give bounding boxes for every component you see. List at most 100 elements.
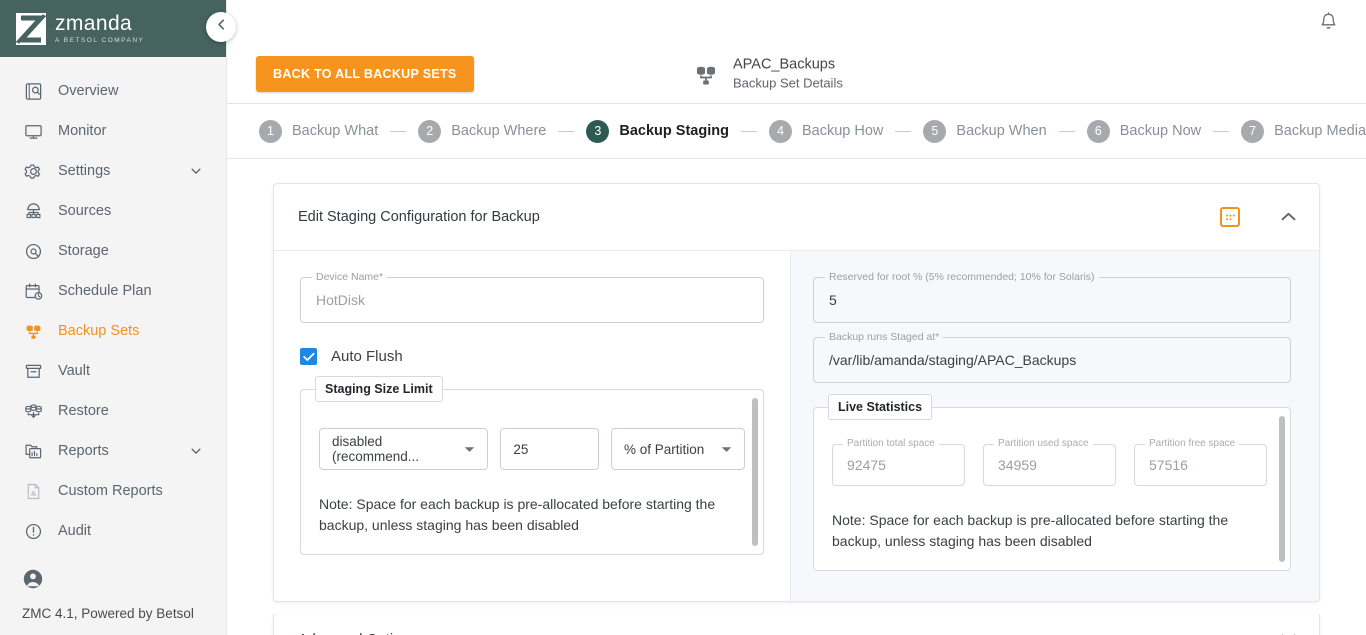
live-statistics-panel: Live Statistics Partition total space 92… [813, 394, 1291, 571]
left-column: Device Name* HotDisk Auto Flush Staging … [274, 251, 790, 601]
staging-unit-select[interactable]: % of Partition [611, 428, 745, 470]
step-number: 2 [418, 119, 442, 143]
sidebar-item-audit[interactable]: Audit [0, 511, 226, 551]
reserved-root-field[interactable]: Reserved for root % (5% recommended; 10%… [813, 271, 1291, 323]
step-number: 4 [768, 119, 792, 143]
chevron-down-icon[interactable] [190, 445, 202, 457]
step-number: 6 [1086, 119, 1110, 143]
sidebar-item-label: Settings [58, 163, 111, 179]
advanced-options-section[interactable]: Advanced Options [273, 614, 1320, 635]
sidebar-item-restore[interactable]: Restore [0, 391, 226, 431]
step-number: 5 [923, 119, 947, 143]
staging-amount-value: 25 [513, 441, 529, 457]
chevron-down-icon[interactable] [1280, 631, 1297, 635]
chevron-up-icon[interactable] [1280, 211, 1297, 223]
sidebar-item-label: Storage [58, 243, 109, 259]
sidebar-item-overview[interactable]: Overview [0, 71, 226, 111]
step-label: Backup When [956, 123, 1047, 139]
user-account-icon [22, 568, 44, 595]
step-connector [740, 130, 757, 132]
auto-flush-row: Auto Flush [300, 348, 764, 365]
sidebar-item-vault[interactable]: Vault [0, 351, 226, 391]
right-column: Reserved for root % (5% recommended; 10%… [790, 251, 1319, 601]
backup-set-name: APAC_Backups [733, 56, 836, 73]
sidebar-item-backup-sets[interactable]: Backup Sets [0, 311, 226, 351]
sidebar-collapse-button[interactable] [206, 12, 236, 42]
card-body: Device Name* HotDisk Auto Flush Staging … [274, 250, 1319, 601]
device-name-label: Device Name* [312, 271, 388, 283]
backup-set-info: APAC_Backups Backup Set Details [693, 56, 843, 93]
device-name-field[interactable]: Device Name* HotDisk [300, 271, 764, 323]
chevron-down-icon [711, 446, 732, 453]
sidebar-item-label: Backup Sets [58, 323, 140, 339]
backup-set-subtitle: Backup Set Details [733, 75, 843, 91]
step-backup-what[interactable]: 1 Backup What [259, 119, 379, 143]
note-comment-icon[interactable] [1220, 207, 1240, 227]
staging-panel-scrollbar[interactable] [752, 398, 758, 546]
sidebar-item-reports[interactable]: Reports [0, 431, 226, 471]
step-backup-now[interactable]: 6 Backup Now [1086, 119, 1201, 143]
card-header: Edit Staging Configuration for Backup [274, 184, 1319, 250]
staged-at-input[interactable]: /var/lib/amanda/staging/APAC_Backups [829, 352, 1076, 368]
reports-icon [22, 440, 44, 462]
sidebar-item-label: Sources [58, 203, 112, 219]
staging-mode-value: disabled (recommend... [332, 434, 420, 464]
checkmark-icon [302, 352, 314, 361]
partition-used-space-field: Partition used space 34959 [983, 438, 1116, 486]
sidebar-item-label: Restore [58, 403, 109, 419]
sidebar-item-storage[interactable]: Storage [0, 231, 226, 271]
sidebar-footer-text: ZMC 4.1, Powered by Betsol [22, 606, 194, 621]
bell-icon[interactable] [1319, 12, 1338, 33]
partition-used-space-label: Partition used space [994, 438, 1093, 449]
sidebar-item-label: Audit [58, 523, 92, 539]
partition-total-space-field: Partition total space 92475 [832, 438, 965, 486]
step-connector [895, 130, 912, 132]
chevron-down-icon[interactable] [190, 165, 202, 177]
back-to-all-backup-sets-button[interactable]: BACK TO ALL BACKUP SETS [256, 56, 474, 92]
sidebar-item-schedule-plan[interactable]: Schedule Plan [0, 271, 226, 311]
step-backup-staging[interactable]: 3 Backup Staging [586, 119, 729, 143]
page-header: BACK TO ALL BACKUP SETS APAC_Backups Bac… [227, 45, 1366, 103]
step-label: Backup What [292, 123, 379, 139]
storage-icon [22, 240, 44, 262]
live-statistics-scrollbar[interactable] [1279, 416, 1285, 562]
staged-at-field[interactable]: Backup runs Staged at* /var/lib/amanda/s… [813, 331, 1291, 383]
device-name-input[interactable]: HotDisk [316, 292, 365, 308]
step-number: 1 [259, 119, 282, 143]
step-backup-media[interactable]: 7 Backup Media [1241, 119, 1366, 143]
step-number: 7 [1241, 119, 1265, 143]
staging-size-limit-controls: disabled (recommend... 25 % of Partition [319, 428, 745, 470]
advanced-options-title: Advanced Options [298, 632, 1280, 635]
staging-amount-input[interactable]: 25 [500, 428, 599, 470]
staging-mode-select[interactable]: disabled (recommend... [319, 428, 489, 470]
step-connector [558, 130, 575, 132]
sidebar-item-settings[interactable]: Settings [0, 151, 226, 191]
sidebar-item-sources[interactable]: Sources [0, 191, 226, 231]
step-backup-how[interactable]: 4 Backup How [768, 119, 883, 143]
sidebar-item-label: Overview [58, 83, 119, 99]
auto-flush-checkbox[interactable] [300, 348, 317, 365]
audit-icon [22, 520, 44, 542]
zmanda-logo-icon [16, 12, 46, 45]
staging-size-limit-panel: Staging Size Limit disabled (recommend..… [300, 376, 764, 555]
live-statistics-legend: Live Statistics [828, 394, 933, 420]
step-backup-where[interactable]: 2 Backup Where [418, 119, 547, 143]
reserved-root-input[interactable]: 5 [829, 292, 837, 308]
chevron-down-icon [454, 446, 475, 453]
vault-icon [22, 360, 44, 382]
sidebar-item-label: Monitor [58, 123, 107, 139]
reserved-root-label: Reserved for root % (5% recommended; 10%… [825, 271, 1099, 283]
main-content: BACK TO ALL BACKUP SETS APAC_Backups Bac… [227, 0, 1366, 635]
sidebar-item-custom-reports[interactable]: Custom Reports [0, 471, 226, 511]
avatar[interactable] [22, 564, 226, 598]
partition-free-space-value: 57516 [1149, 457, 1188, 473]
backup-set-cluster-icon [693, 61, 719, 87]
step-backup-when[interactable]: 5 Backup When [923, 119, 1047, 143]
step-connector [1058, 130, 1075, 132]
partition-used-space-value: 34959 [998, 457, 1037, 473]
sidebar-nav: Overview Monitor Settings Sources Storag… [0, 57, 226, 556]
sidebar-item-monitor[interactable]: Monitor [0, 111, 226, 151]
sidebar-bottom: ZMC 4.1, Powered by Betsol [0, 556, 226, 635]
step-label: Backup Where [451, 123, 547, 139]
staging-configuration-card: Edit Staging Configuration for Backup De… [273, 183, 1320, 602]
